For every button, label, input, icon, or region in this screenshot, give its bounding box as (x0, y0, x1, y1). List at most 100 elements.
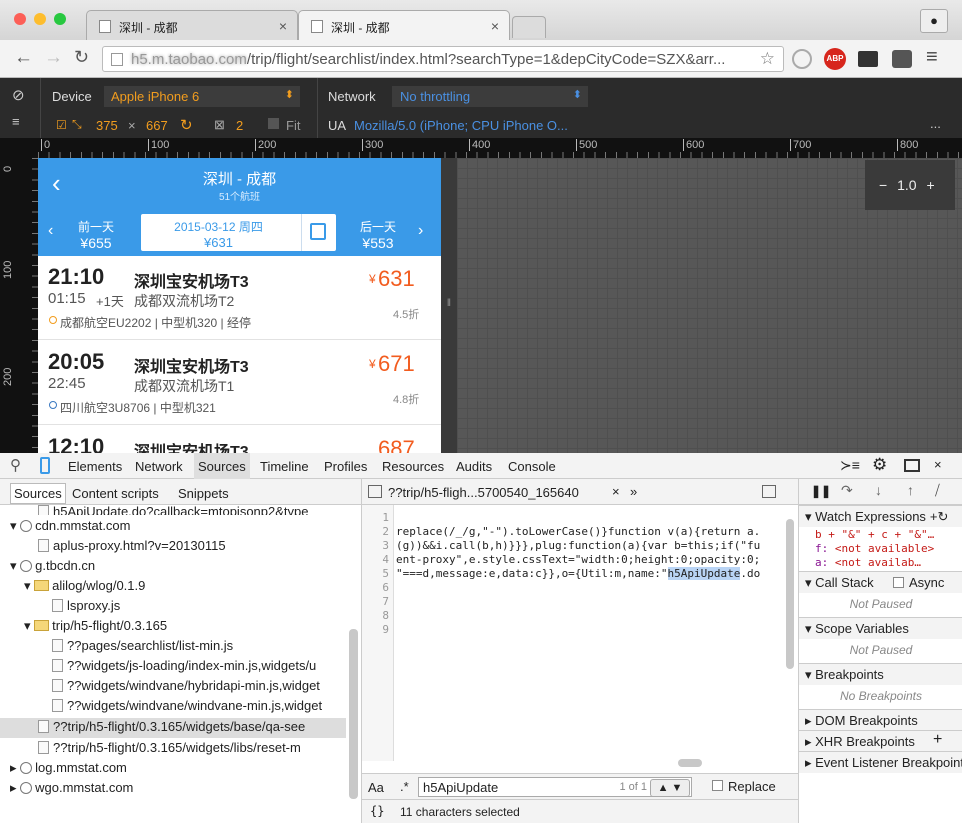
tree-file[interactable]: ??pages/searchlist/list-min.js (52, 638, 344, 656)
editor-file-tab[interactable]: ??trip/h5-fligh...5700540_165640 (388, 485, 579, 500)
tab-sources[interactable]: Sources (194, 453, 250, 479)
more-icon[interactable]: ... (930, 116, 941, 131)
forward-icon[interactable]: → (44, 47, 63, 69)
tree-file[interactable]: ??widgets/js-loading/index-min.js,widget… (52, 658, 344, 676)
close-file-icon[interactable]: × (612, 484, 620, 499)
bookmark-star-icon[interactable]: ☆ (760, 49, 775, 69)
editor-scrollbar[interactable] (786, 519, 794, 669)
pause-icon[interactable]: ❚❚ (811, 484, 831, 498)
prev-day-button[interactable]: 前一天 ¥655 (78, 218, 114, 251)
code-area[interactable]: replace(/_/g,"-").toLowerCase()}function… (396, 505, 782, 761)
extension-icon[interactable] (792, 49, 812, 69)
tree-file-selected[interactable]: ??trip/h5-flight/0.3.165/widgets/base/qa… (0, 718, 346, 738)
tree-domain[interactable]: ▸ log.mmstat.com (10, 760, 127, 778)
console-drawer-icon[interactable]: ≻≡ (840, 457, 860, 474)
browser-tab-2[interactable]: 深圳 - 成都 × (298, 10, 510, 40)
tree-file[interactable]: lsproxy.js (52, 598, 120, 616)
resize-handle[interactable]: ‖ (441, 158, 457, 453)
step-out-icon[interactable]: ↑ (907, 482, 914, 498)
tab-profiles[interactable]: Profiles (324, 459, 367, 474)
editor-hscrollbar[interactable] (678, 759, 702, 767)
more-tabs-icon[interactable]: » (630, 484, 637, 499)
close-tab-icon[interactable]: × (279, 18, 287, 34)
page-info-icon[interactable] (111, 53, 123, 66)
navtab-snippets[interactable]: Snippets (178, 486, 229, 501)
watch-item[interactable]: f: <not available> (815, 542, 934, 555)
scope-variables-header[interactable]: ▾ Scope Variables (799, 617, 962, 639)
address-bar[interactable]: h5.m.taobao.com/trip/flight/searchlist/i… (102, 46, 784, 72)
step-over-icon[interactable]: ↷ (841, 482, 853, 499)
xhr-breakpoints-header[interactable]: ▸ XHR Breakpoints + (799, 730, 962, 752)
add-xhr-breakpoint-icon[interactable]: + (933, 731, 942, 749)
flight-item[interactable]: 21:10 深圳宝安机场T3 01:15 +1天 成都双流机场T2 成都航空EU… (38, 256, 441, 340)
back-icon[interactable]: ← (14, 47, 33, 69)
zoom-out-button[interactable]: − (879, 177, 887, 193)
deactivate-breakpoints-icon[interactable]: ⧸ (935, 482, 940, 499)
device-mode-icon[interactable] (40, 457, 50, 474)
toggle-debugger-icon[interactable] (762, 485, 776, 498)
zoom-in-button[interactable]: + (926, 177, 934, 193)
dom-breakpoints-header[interactable]: ▸ DOM Breakpoints (799, 709, 962, 731)
menu-icon[interactable]: ≡ (926, 46, 938, 69)
next-day-chevron-icon[interactable]: › (418, 222, 423, 240)
tree-domain[interactable]: ▾ g.tbcdn.cn (10, 558, 95, 576)
gear-icon[interactable]: ⚙ (872, 455, 887, 475)
tree-folder[interactable]: ▾ alilog/wlog/0.1.9 (24, 578, 145, 596)
device-width-input[interactable]: 375 (96, 118, 118, 133)
search-prev-next[interactable]: ▲ ▼ (650, 779, 690, 797)
tree-domain[interactable]: ▸ wgo.mmstat.com (10, 780, 133, 798)
watch-item[interactable]: b + "&" + c + "&"… (815, 528, 961, 541)
replace-checkbox[interactable] (712, 780, 723, 791)
inspect-icon[interactable]: ⚲ (10, 456, 21, 474)
browser-tab-1[interactable]: 深圳 - 成都 × (86, 10, 298, 40)
device-select[interactable]: Apple iPhone 6 ⬍ (104, 86, 300, 107)
toggle-navigator-icon[interactable] (368, 485, 382, 498)
tab-console[interactable]: Console (508, 459, 556, 474)
step-into-icon[interactable]: ↓ (875, 482, 882, 498)
tab-network[interactable]: Network (135, 459, 183, 474)
reload-icon[interactable]: ↻ (74, 47, 89, 68)
new-tab-button[interactable] (512, 16, 546, 38)
maximize-window-button[interactable] (54, 13, 66, 25)
tab-audits[interactable]: Audits (456, 459, 492, 474)
calendar-icon[interactable] (310, 223, 326, 240)
close-tab-icon[interactable]: × (491, 18, 499, 34)
tree-file[interactable]: ??widgets/windvane/hybridapi-min.js,widg… (52, 678, 344, 696)
device-height-input[interactable]: 667 (146, 118, 168, 133)
tab-timeline[interactable]: Timeline (260, 459, 309, 474)
event-listener-breakpoints-header[interactable]: ▸ Event Listener Breakpoints (799, 751, 962, 773)
navtab-content-scripts[interactable]: Content scripts (72, 486, 159, 501)
emulate-checkbox[interactable]: ☑ (56, 118, 67, 132)
fit-checkbox[interactable] (268, 118, 279, 129)
tab-elements[interactable]: Elements (68, 459, 122, 474)
async-checkbox[interactable] (893, 577, 904, 588)
pretty-print-icon[interactable]: {} (370, 804, 384, 818)
tree-file[interactable]: aplus-proxy.html?v=20130115 (38, 538, 226, 556)
dock-icon[interactable] (904, 459, 920, 472)
ua-input[interactable]: Mozilla/5.0 (iPhone; CPU iPhone O... (354, 118, 568, 133)
flight-item[interactable]: 20:05 深圳宝安机场T3 22:45 成都双流机场T1 四川航空3U8706… (38, 341, 441, 425)
tree-file[interactable]: h5ApiUpdate.do?callback=mtopjsonp2&type (38, 505, 348, 515)
match-case-toggle[interactable]: Aa (368, 780, 384, 795)
flight-item[interactable]: 12:10 深圳宝安机场T3 687 (38, 426, 441, 453)
profile-icon[interactable]: ● (920, 9, 948, 33)
close-devtools-icon[interactable]: × (934, 457, 942, 472)
tree-domain[interactable]: ▾ cdn.mmstat.com (10, 518, 131, 536)
regex-toggle[interactable]: .* (400, 779, 409, 794)
tab-resources[interactable]: Resources (382, 459, 444, 474)
date-selector[interactable]: 2015-03-12 周四 ¥631 (141, 214, 336, 251)
prev-day-chevron-icon[interactable]: ‹ (48, 222, 53, 240)
breakpoints-header[interactable]: ▾ Breakpoints (799, 663, 962, 685)
watch-item[interactable]: a: <not availab… (815, 556, 921, 569)
minimize-window-button[interactable] (34, 13, 46, 25)
tree-file[interactable]: ??widgets/windvane/windvane-min.js,widge… (52, 698, 344, 716)
extension-icon-2[interactable] (858, 51, 878, 67)
watch-expressions-header[interactable]: ▾ Watch Expressions +↻ (799, 505, 962, 527)
call-stack-header[interactable]: ▾ Call Stack Async (799, 571, 962, 593)
tree-folder[interactable]: ▾ trip/h5-flight/0.3.165 (24, 618, 167, 636)
swap-dimensions-icon[interactable]: ↻ (180, 116, 193, 134)
next-day-button[interactable]: 后一天 ¥553 (360, 218, 396, 251)
adblock-icon[interactable]: ABP (824, 48, 846, 70)
dpr-input[interactable]: 2 (236, 118, 243, 133)
navigator-scrollbar[interactable] (349, 629, 358, 799)
